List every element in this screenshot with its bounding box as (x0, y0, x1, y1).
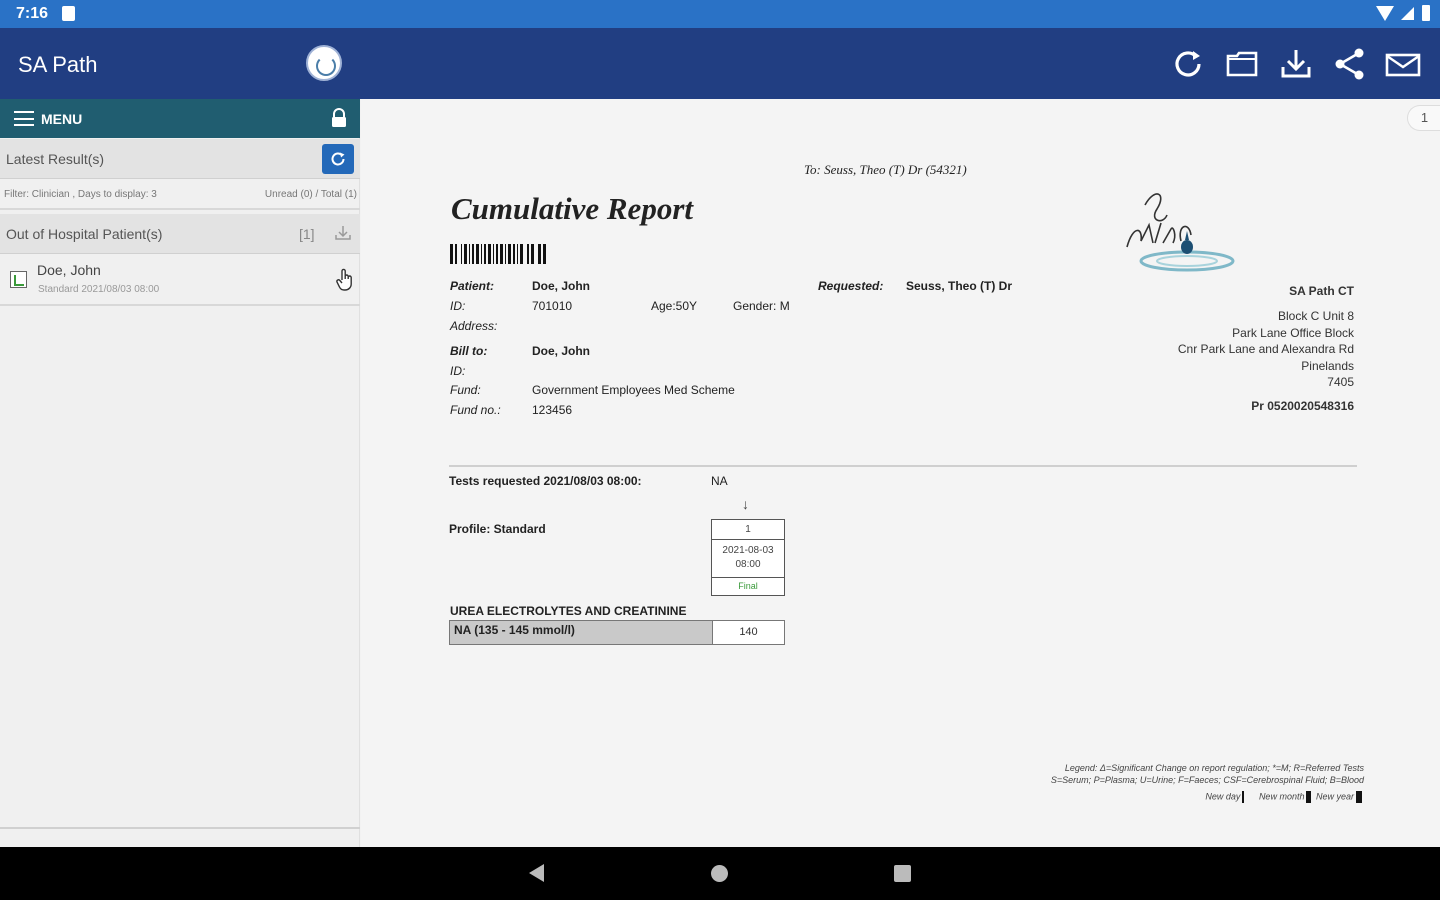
app-title: SA Path (18, 52, 98, 77)
menu-label[interactable]: MENU (41, 111, 82, 127)
signal-icon (1401, 7, 1414, 20)
bill-to-label: Bill to: (450, 344, 488, 358)
patient-detail: Standard 2021/08/03 08:00 (38, 284, 160, 295)
id-value: 701010 (532, 299, 573, 313)
report-recipient: To: Seuss, Theo (T) Dr (54321) (804, 162, 967, 177)
result-column-header: 1 2021-08-03 08:00 Final (711, 519, 785, 596)
result-row: NA (135 - 145 mmol/l) 140 (449, 620, 785, 645)
battery-icon (1422, 5, 1430, 21)
patient-gender: Gender: M (733, 299, 790, 313)
share-icon[interactable] (1332, 46, 1368, 82)
wifi-icon (1376, 6, 1394, 21)
report-divider (449, 465, 1357, 467)
menu-icon[interactable] (14, 111, 34, 126)
app-bar: SA Path (0, 28, 1440, 99)
result-value: 140 (712, 621, 784, 644)
lab-practice-number: Pr 0520020548316 (1251, 399, 1354, 413)
legend-new-year: New year (1315, 791, 1354, 802)
legend-line: Legend: Δ=Significant Change on report r… (1064, 763, 1364, 773)
app-logo-icon[interactable] (306, 45, 342, 81)
lab-address-line: Park Lane Office Block (1232, 326, 1354, 340)
arrow-down-icon: ↓ (742, 496, 749, 512)
patient-value: Doe, John (532, 279, 591, 293)
filter-text: Filter: Clinician , Days to display: 3 (4, 189, 157, 200)
patient-row[interactable]: Doe, John Standard 2021/08/03 08:00 (0, 254, 360, 306)
back-icon[interactable] (529, 864, 544, 882)
sd-card-icon (62, 6, 75, 21)
mail-icon[interactable] (1385, 46, 1421, 82)
folder-icon[interactable] (1224, 46, 1260, 82)
lab-address-line: 7405 (1327, 375, 1354, 389)
legend-swatch (1356, 791, 1362, 803)
lab-name: SA Path CT (1289, 284, 1354, 298)
column-status: Final (738, 581, 758, 591)
fund-label: Fund: (450, 383, 481, 397)
filter-row: Filter: Clinician , Days to display: 3 U… (0, 179, 360, 210)
fund-value: Government Employees Med Scheme (532, 383, 735, 397)
menu-bar[interactable]: MENU (0, 99, 360, 138)
legend-line: S=Serum; P=Plasma; U=Urine; F=Faeces; CS… (1050, 775, 1364, 785)
fund-no-label: Fund no.: (450, 403, 501, 417)
tests-requested-label: Tests requested 2021/08/03 08:00: (449, 474, 642, 488)
home-icon[interactable] (711, 865, 728, 882)
address-label: Address: (450, 319, 498, 333)
download-icon[interactable] (1278, 46, 1314, 82)
out-of-hospital-count: [1] (299, 226, 315, 242)
fund-no-value: 123456 (532, 403, 573, 417)
legend-swatch (1242, 791, 1245, 803)
latest-results-label: Latest Result(s) (6, 151, 105, 167)
id-label: ID: (450, 299, 466, 313)
column-date: 2021-08-03 (722, 545, 774, 556)
lab-address-line: Pinelands (1301, 359, 1354, 373)
column-separator (712, 539, 784, 540)
page-number-badge: 1 (1407, 105, 1440, 131)
hand-pointer-icon[interactable] (334, 268, 356, 292)
lab-logo-icon (1126, 193, 1235, 272)
barcode-icon (450, 244, 546, 264)
column-separator (712, 577, 784, 578)
legend-new-month: New month (1258, 791, 1305, 802)
result-counts: Unread (0) / Total (1) (264, 189, 357, 200)
column-number: 1 (745, 524, 751, 535)
requested-value: Seuss, Theo (T) Dr (906, 279, 1013, 293)
lab-address-line: Cnr Park Lane and Alexandra Rd (1177, 342, 1354, 356)
legend-new-day: New day (1205, 791, 1241, 802)
profile-label: Profile: Standard (449, 522, 546, 536)
recents-icon[interactable] (894, 865, 911, 882)
report-viewer[interactable]: 1 To: Seuss, Theo (T) Dr (54321) Cumulat… (361, 99, 1440, 847)
requested-label: Requested: (818, 279, 884, 293)
refresh-small-icon (331, 152, 345, 166)
legend-markers: New day New month New year (1205, 791, 1364, 803)
tests-requested-value: NA (711, 474, 728, 488)
refresh-icon[interactable] (1170, 46, 1206, 82)
patient-label: Patient: (450, 279, 495, 293)
section-title: UREA ELECTROLYTES AND CREATININE (450, 604, 687, 618)
legend-swatch (1306, 791, 1312, 803)
navigation-bar (0, 847, 1440, 900)
lock-icon[interactable] (330, 108, 348, 128)
bill-to-value: Doe, John (532, 344, 591, 358)
patient-name[interactable]: Doe, John (37, 262, 101, 278)
report-document-icon (10, 271, 27, 288)
lab-address-line: Block C Unit 8 (1277, 309, 1354, 323)
status-time: 7:16 (16, 5, 49, 22)
latest-results-header[interactable]: Latest Result(s) (0, 139, 360, 179)
status-bar: 7:16 (0, 0, 1440, 28)
latest-refresh-button[interactable] (322, 144, 354, 174)
download-small-icon[interactable] (334, 224, 352, 242)
patient-age: Age:50Y (651, 299, 698, 313)
sidebar: MENU Latest Result(s) Filter: Clinician … (0, 99, 360, 847)
out-of-hospital-label: Out of Hospital Patient(s) (6, 226, 163, 242)
column-time: 08:00 (735, 559, 761, 570)
report-title: Cumulative Report (451, 191, 693, 226)
result-test-name: NA (135 - 145 mmol/l) (450, 621, 712, 644)
sidebar-divider (0, 827, 360, 829)
bill-id-label: ID: (450, 364, 466, 378)
out-of-hospital-header[interactable]: Out of Hospital Patient(s) [1] (0, 214, 360, 254)
